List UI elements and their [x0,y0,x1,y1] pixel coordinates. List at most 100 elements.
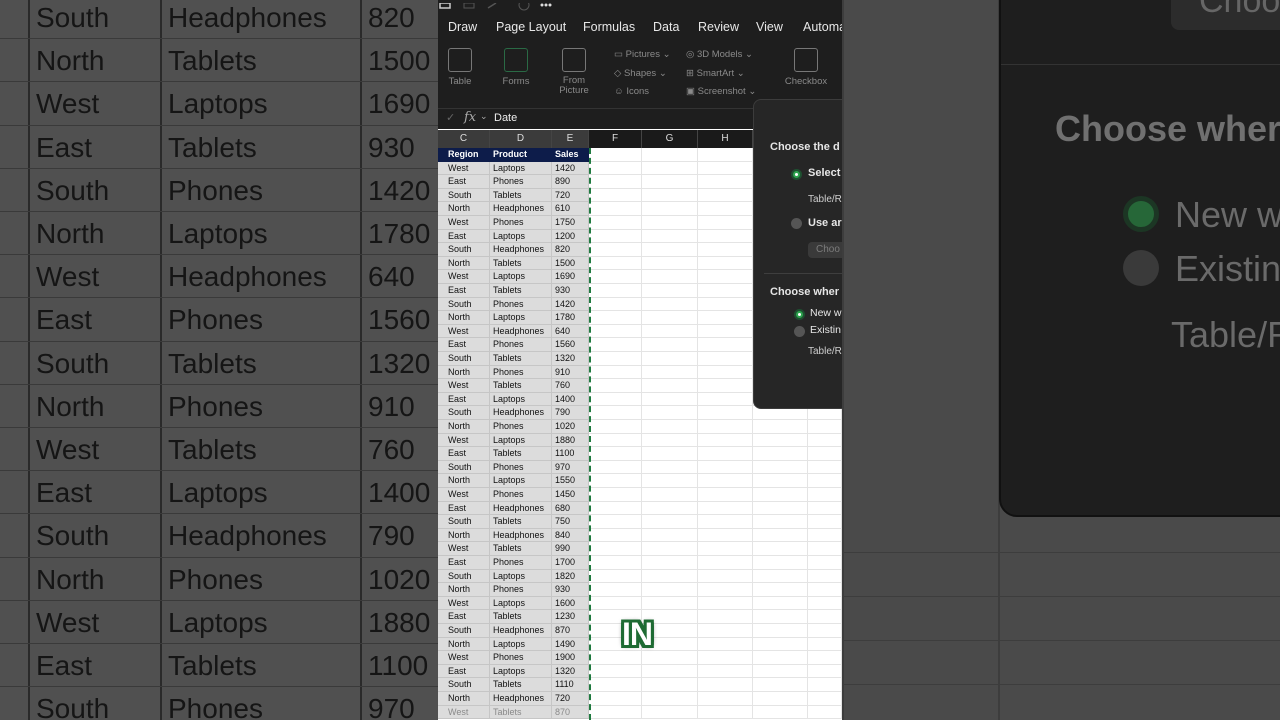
empty-cell[interactable] [698,624,753,638]
empty-cell[interactable] [808,637,842,652]
table-cell[interactable]: Headphones [490,324,552,339]
empty-cell[interactable] [642,515,698,529]
table-cell[interactable]: South [438,406,490,420]
table-cell[interactable]: Phones [490,175,552,189]
table-cell[interactable]: 1450 [552,488,589,502]
table-cell[interactable]: Laptops [490,569,552,584]
forms-button[interactable]: Forms [496,48,536,87]
empty-cell[interactable] [753,637,808,652]
empty-cell[interactable] [808,528,842,543]
empty-cell[interactable] [753,569,808,584]
empty-cell[interactable] [698,270,753,284]
table-cell[interactable]: 1320 [552,352,589,366]
table-cell[interactable]: Tablets [490,284,552,298]
empty-cell[interactable] [642,678,698,692]
empty-cell[interactable] [698,365,753,380]
empty-cell[interactable] [698,256,753,271]
table-cell[interactable]: 720 [552,188,589,203]
table-cell[interactable]: 1490 [552,637,589,652]
table-cell[interactable]: North [438,365,490,380]
empty-cell[interactable] [698,678,753,692]
table-cell[interactable]: Tablets [490,610,552,624]
table-cell[interactable]: West [438,216,490,230]
table-cell[interactable]: 870 [552,624,589,638]
table-cell[interactable]: 640 [552,324,589,339]
table-cell[interactable]: Laptops [490,664,552,679]
screenshot-button[interactable]: ▣ Screenshot ⌄ [686,86,756,97]
empty-cell[interactable] [589,651,642,665]
empty-cell[interactable] [642,352,698,366]
empty-cell[interactable] [642,501,698,516]
empty-cell[interactable] [698,664,753,679]
empty-cell[interactable] [698,692,753,706]
table-cell[interactable]: Tablets [490,188,552,203]
table-cell[interactable]: North [438,311,490,325]
empty-cell[interactable] [589,596,642,611]
table-cell[interactable]: Headphones [490,692,552,706]
empty-cell[interactable] [589,474,642,488]
empty-cell[interactable] [808,692,842,706]
empty-cell[interactable] [642,284,698,298]
column-header-f[interactable]: F [589,130,642,148]
empty-cell[interactable] [589,243,642,257]
radio-use-external[interactable] [791,218,802,229]
empty-cell[interactable] [698,161,753,176]
table-cell[interactable]: 610 [552,202,589,216]
table-button[interactable]: Table [446,48,474,87]
empty-cell[interactable] [642,216,698,230]
header-cell[interactable]: Sales [552,148,589,162]
empty-cell[interactable] [808,569,842,584]
empty-cell[interactable] [589,528,642,543]
empty-cell[interactable] [698,148,753,162]
empty-cell[interactable] [698,229,753,244]
table-cell[interactable]: Laptops [490,270,552,284]
empty-cell[interactable] [642,338,698,352]
empty-cell[interactable] [808,651,842,665]
column-header-g[interactable]: G [642,130,698,148]
empty-cell[interactable] [642,392,698,407]
table-cell[interactable]: Tablets [490,678,552,692]
table-cell[interactable]: 1400 [552,392,589,407]
table-cell[interactable]: 840 [552,528,589,543]
table-cell[interactable]: North [438,692,490,706]
empty-cell[interactable] [698,284,753,298]
empty-cell[interactable] [642,324,698,339]
formula-input[interactable]: Date [494,112,517,124]
table-cell[interactable]: 750 [552,515,589,529]
empty-cell[interactable] [753,583,808,597]
table-cell[interactable]: 1750 [552,216,589,230]
table-cell[interactable]: South [438,243,490,257]
empty-cell[interactable] [642,664,698,679]
empty-cell[interactable] [753,624,808,638]
table-cell[interactable]: 990 [552,542,589,556]
table-cell[interactable]: East [438,501,490,516]
empty-cell[interactable] [589,392,642,407]
table-cell[interactable]: 1110 [552,678,589,692]
table-cell[interactable]: 1600 [552,596,589,611]
empty-cell[interactable] [808,433,842,448]
empty-cell[interactable] [698,705,753,720]
empty-cell[interactable] [642,528,698,543]
table-cell[interactable]: South [438,460,490,475]
column-header-c[interactable]: C [438,130,490,148]
empty-cell[interactable] [589,297,642,312]
empty-cell[interactable] [698,243,753,257]
3d-models-button[interactable]: ◎ 3D Models ⌄ [686,49,753,60]
empty-cell[interactable] [589,433,642,448]
empty-cell[interactable] [589,216,642,230]
table-cell[interactable]: 720 [552,692,589,706]
fx-icon[interactable]: fx [464,110,476,125]
table-cell[interactable]: Laptops [490,637,552,652]
empty-cell[interactable] [589,488,642,502]
table-cell[interactable]: Phones [490,297,552,312]
table-cell[interactable]: 1900 [552,651,589,665]
empty-cell[interactable] [698,569,753,584]
empty-cell[interactable] [808,596,842,611]
table-cell[interactable]: 930 [552,284,589,298]
header-cell[interactable]: Product [490,148,552,162]
tab-draw[interactable]: Draw [448,20,477,34]
empty-cell[interactable] [589,311,642,325]
empty-cell[interactable] [589,583,642,597]
empty-cell[interactable] [589,406,642,420]
radio-select-table[interactable] [791,169,802,180]
